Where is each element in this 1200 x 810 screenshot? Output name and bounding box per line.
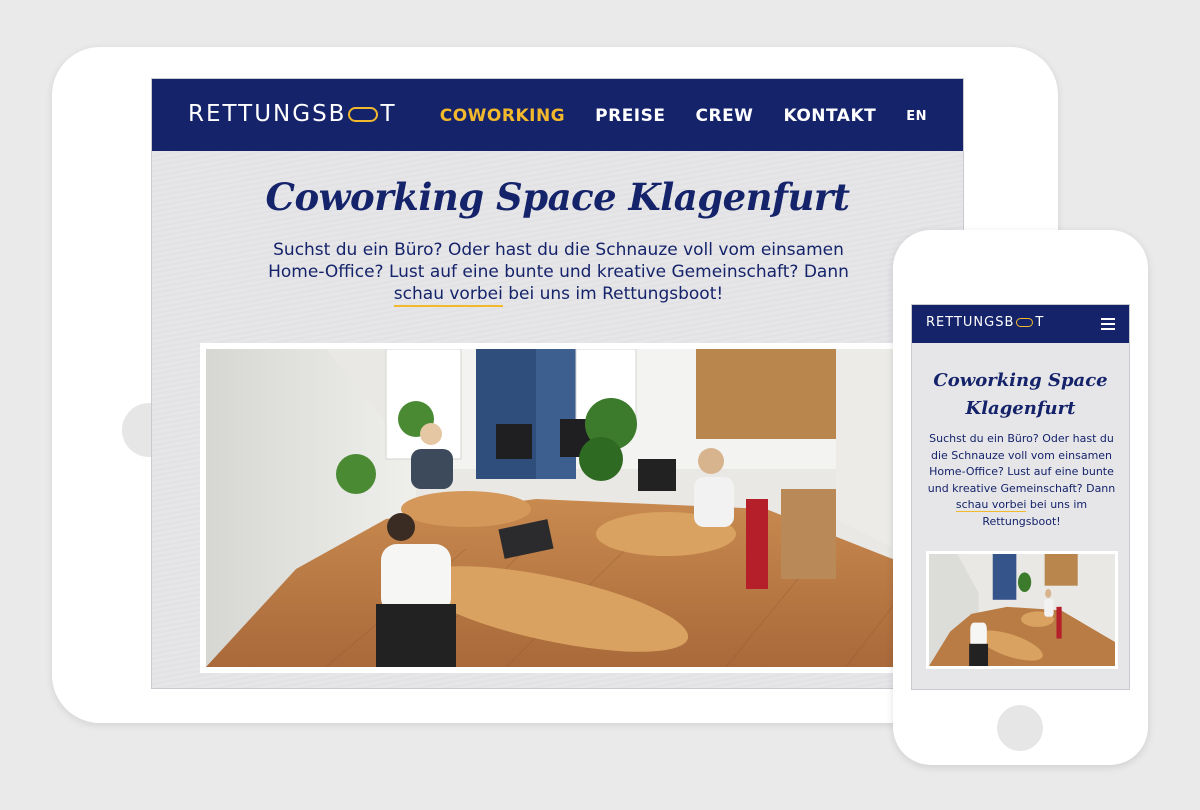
tablet-screen: RETTUNGSB T COWORKING PREISE CREW KONTAKT…: [151, 78, 964, 689]
mobile-page-title: Coworking Space Klagenfurt: [933, 370, 1108, 419]
intro-text: Suchst du ein Büro? Oder hast du die Sch…: [252, 239, 865, 307]
coworking-office-photo: [200, 343, 963, 673]
mobile-intro-text: Suchst du ein Büro? Oder hast du die Sch…: [924, 431, 1119, 530]
page-title: Coworking Space Klagenfurt: [265, 175, 850, 219]
nav-menu: COWORKING PREISE CREW KONTAKT EN: [440, 106, 927, 126]
mobile-brand-text-end: T: [1035, 315, 1045, 330]
brand-text-end: T: [380, 101, 397, 127]
intro-text-part: Suchst du ein Büro? Oder hast du die Sch…: [268, 240, 849, 282]
language-switch[interactable]: EN: [906, 109, 927, 124]
mobile-schau-vorbei-link[interactable]: schau vorbei: [955, 498, 1027, 512]
mobile-intro-part: Suchst du ein Büro? Oder hast du die Sch…: [927, 432, 1116, 495]
boat-oval-logo-icon: [1016, 318, 1034, 327]
schau-vorbei-link[interactable]: schau vorbei: [393, 284, 503, 307]
mobile-office-photo-illustration: [929, 554, 1115, 666]
mobile-office-photo: [926, 551, 1118, 669]
mobile-navigation: RETTUNGSB T: [912, 305, 1129, 343]
brand-logo[interactable]: RETTUNGSB T: [188, 101, 397, 127]
brand-text: RETTUNGSB: [188, 101, 347, 127]
nav-item-preise[interactable]: PREISE: [595, 106, 665, 126]
nav-item-coworking[interactable]: COWORKING: [440, 106, 565, 126]
mobile-brand-text: RETTUNGSB: [926, 315, 1015, 330]
nav-item-crew[interactable]: CREW: [696, 106, 754, 126]
intro-text-end: bei uns im Rettungsboot!: [502, 284, 724, 304]
office-photo-illustration: [206, 349, 963, 667]
phone-screen: RETTUNGSB T Coworking Space Klagenfurt Su…: [911, 304, 1130, 690]
boat-oval-logo-icon: [348, 106, 379, 122]
phone-device: RETTUNGSB T Coworking Space Klagenfurt Su…: [893, 230, 1148, 765]
nav-item-kontakt[interactable]: KONTAKT: [783, 106, 876, 126]
phone-home-button: [997, 705, 1043, 751]
hamburger-menu-icon[interactable]: [1101, 318, 1115, 330]
top-navigation: RETTUNGSB T COWORKING PREISE CREW KONTAKT…: [152, 79, 963, 151]
mobile-brand-logo[interactable]: RETTUNGSB T: [926, 315, 1044, 330]
